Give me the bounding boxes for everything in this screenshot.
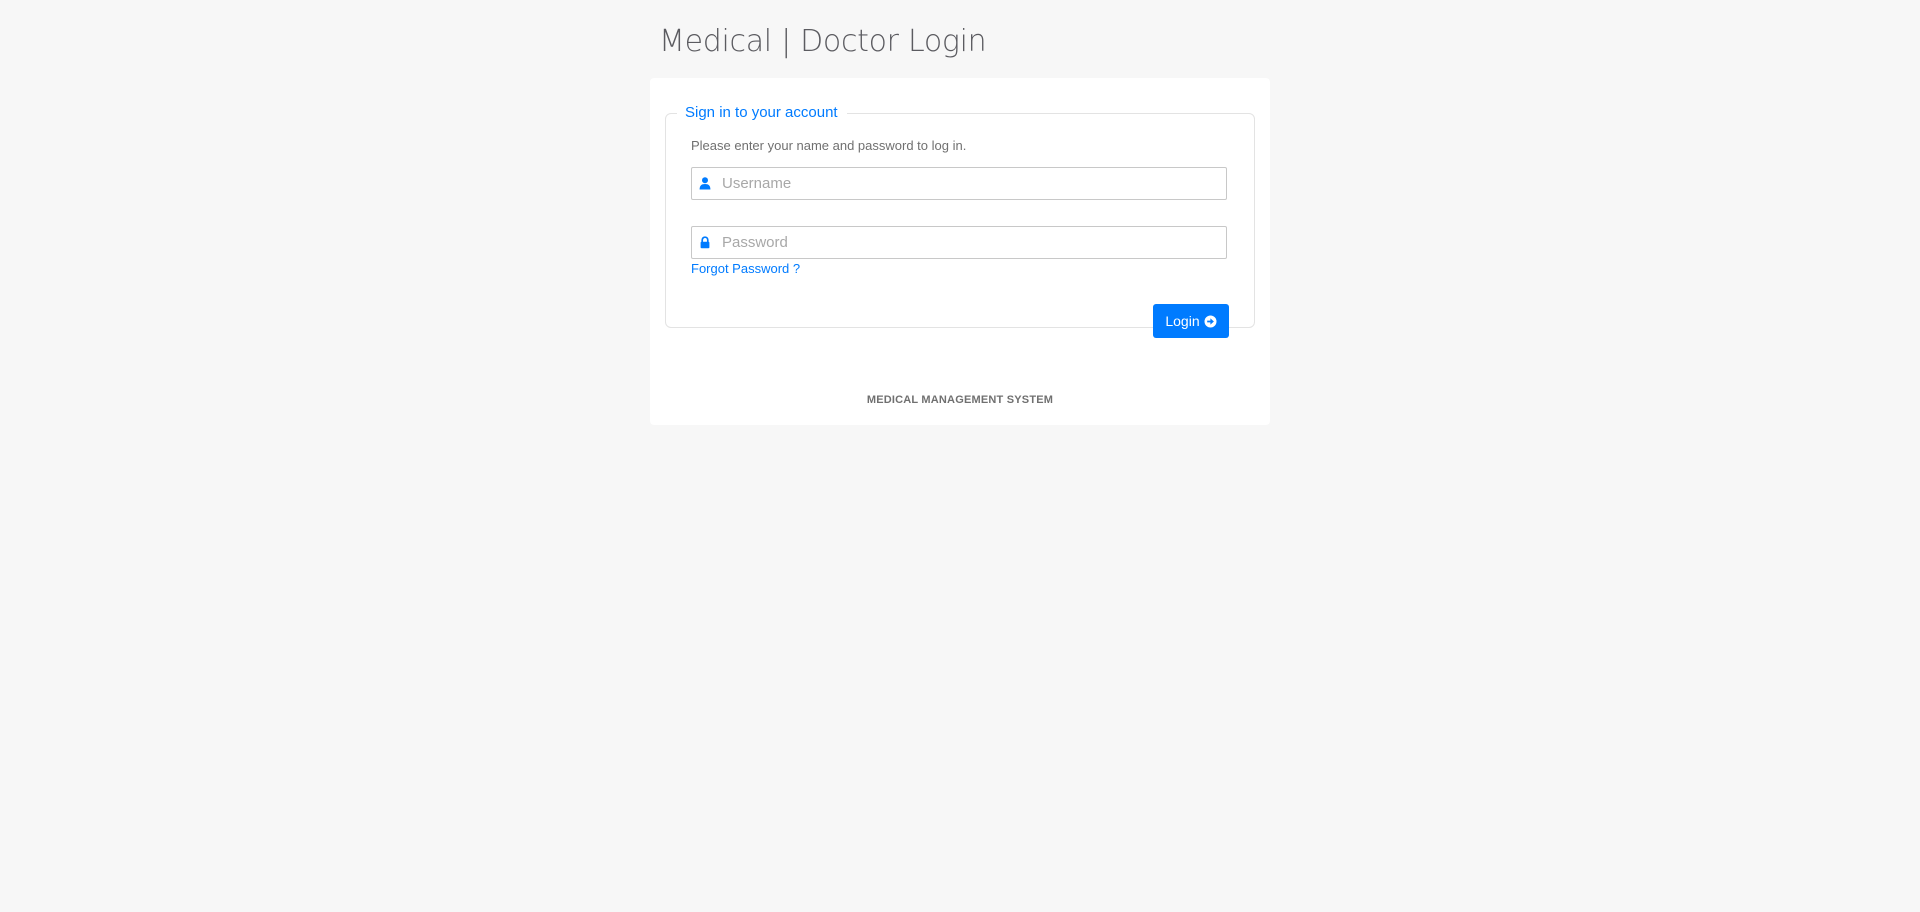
username-field-wrapper[interactable] <box>691 167 1227 200</box>
login-button-label: Login <box>1165 313 1200 329</box>
username-input[interactable] <box>722 168 1222 199</box>
forgot-password-link[interactable]: Forgot Password ? <box>691 261 800 277</box>
footer-text: MEDICAL MANAGEMENT SYSTEM <box>866 394 1054 406</box>
fieldset-legend: Sign in to your account <box>677 103 847 123</box>
page-title: Medical | Doctor Login <box>659 24 987 59</box>
password-input[interactable] <box>722 227 1222 258</box>
login-box: Sign in to your account Please enter you… <box>650 78 1270 425</box>
login-fieldset: Sign in to your account Please enter you… <box>665 103 1255 338</box>
arrow-circle-right-icon <box>1204 315 1217 328</box>
user-icon <box>699 177 711 190</box>
login-instruction: Please enter your name and password to l… <box>691 138 967 153</box>
password-field-wrapper[interactable] <box>691 226 1227 259</box>
lock-icon <box>699 236 711 249</box>
login-button[interactable]: Login <box>1153 304 1229 338</box>
